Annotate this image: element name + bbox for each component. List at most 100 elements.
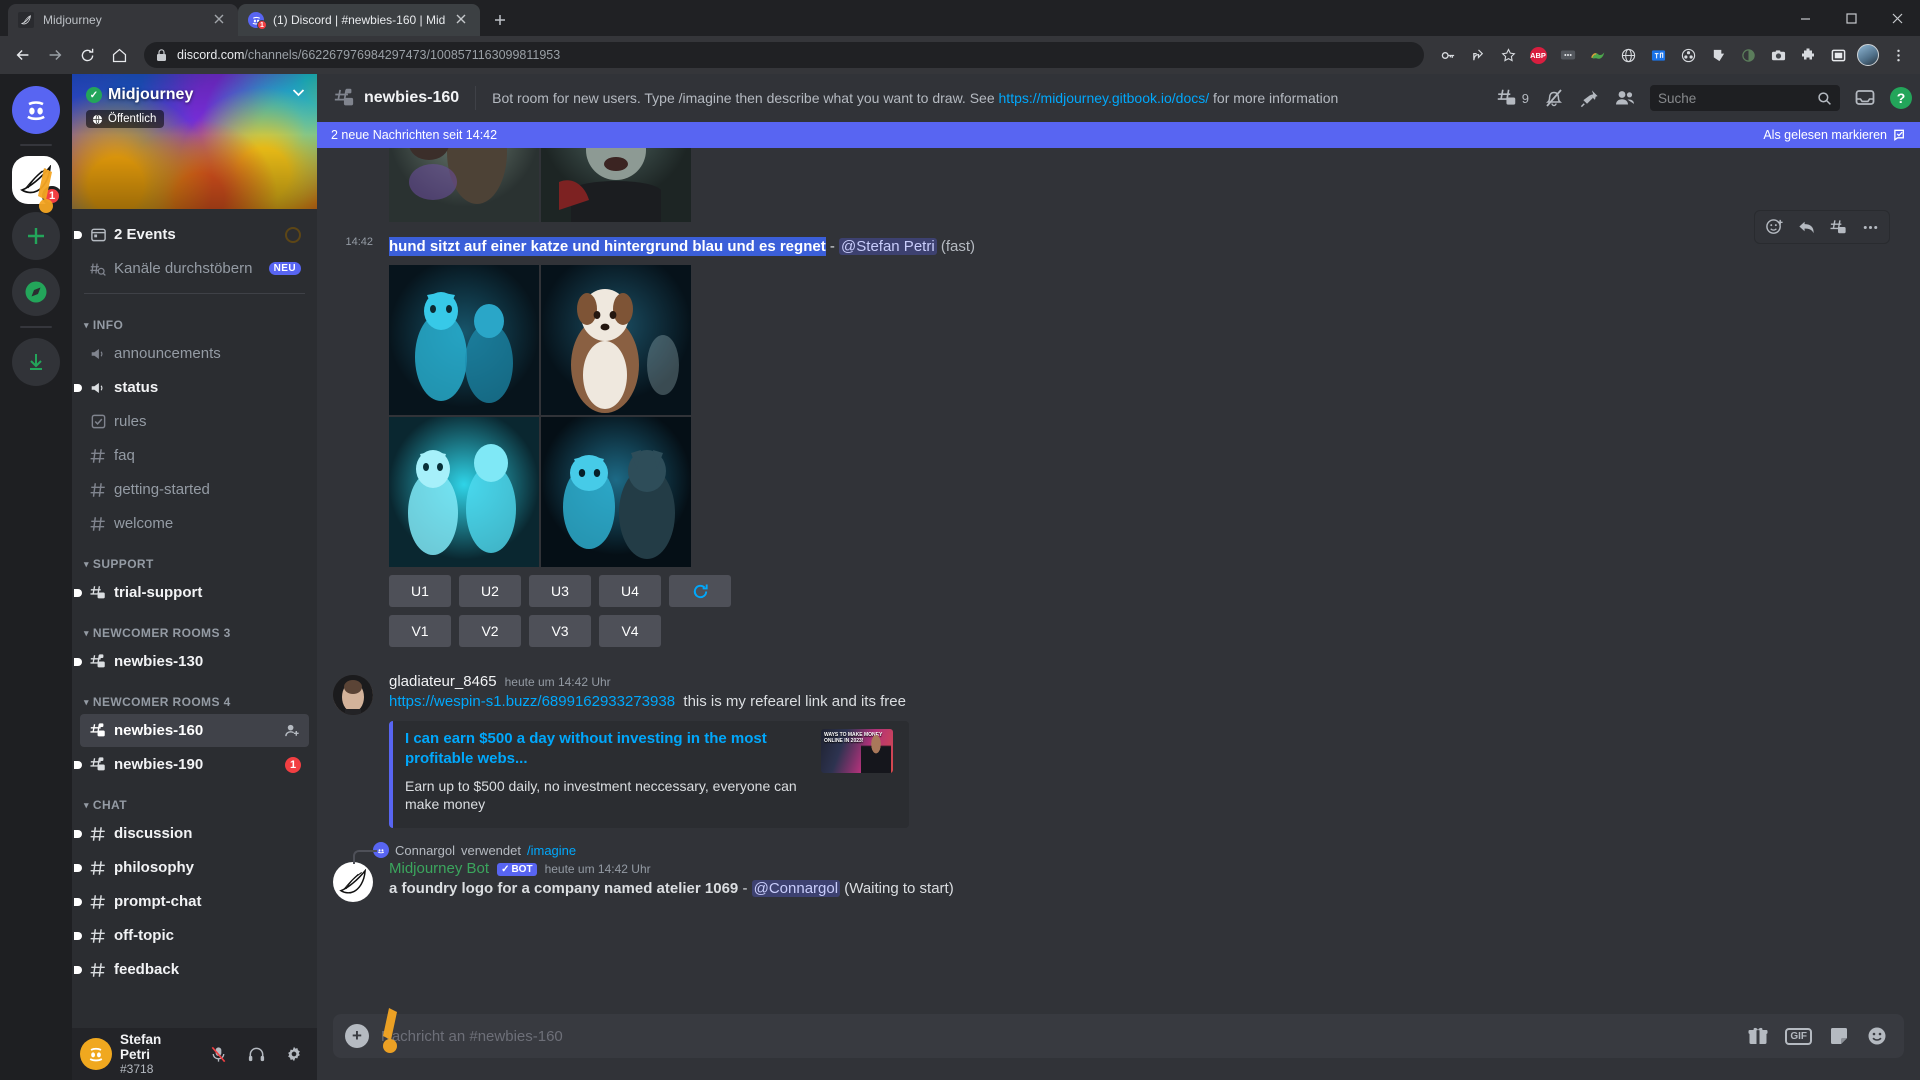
close-window-button[interactable] xyxy=(1874,0,1920,36)
sidebar-item-status[interactable]: status xyxy=(74,371,309,404)
message-input[interactable]: Nachricht an #newbies-160 xyxy=(381,1028,1735,1045)
globe-icon[interactable] xyxy=(1614,41,1642,69)
variation-v1-button[interactable]: V1 xyxy=(389,615,451,647)
mark-as-read-button[interactable]: Als gelesen markieren xyxy=(1763,128,1908,142)
create-thread-icon[interactable] xyxy=(1823,213,1853,241)
threads-icon[interactable]: 9 xyxy=(1496,87,1529,109)
sidebar-item-off-topic[interactable]: off-topic xyxy=(74,919,309,952)
browser-tab-discord[interactable]: 1 (1) Discord | #newbies-160 | Mid xyxy=(238,4,481,36)
profile-avatar[interactable] xyxy=(1854,41,1882,69)
sidebar-item-browse-channels[interactable]: Kanäle durchstöbern NEU xyxy=(80,252,309,285)
headphones-icon[interactable] xyxy=(241,1039,271,1069)
sidebar-icon[interactable] xyxy=(1824,41,1852,69)
avatar[interactable] xyxy=(333,675,373,715)
sidebar-item-rules[interactable]: rules xyxy=(80,405,309,438)
adblock-icon[interactable]: ABP xyxy=(1524,41,1552,69)
maximize-button[interactable] xyxy=(1828,0,1874,36)
avatar[interactable] xyxy=(333,862,373,903)
message-bot-waiting[interactable]: Midjourney Bot ✓ BOT heute um 14:42 Uhr a… xyxy=(317,860,1920,904)
message-author[interactable]: gladiateur_8465 xyxy=(389,673,497,690)
chrome-menu-icon[interactable] xyxy=(1884,41,1912,69)
image-grid[interactable] xyxy=(389,265,691,567)
rail-item-midjourney[interactable]: 1 xyxy=(12,156,62,206)
server-banner[interactable]: ✓ Midjourney Öffentlich xyxy=(72,74,317,209)
sidebar-item-welcome[interactable]: welcome xyxy=(80,507,309,540)
category-info[interactable]: ▾ INFO xyxy=(72,302,317,336)
gif-icon[interactable]: GIF xyxy=(1785,1027,1812,1045)
sidebar-item-trial-support[interactable]: trial-support xyxy=(74,576,309,609)
new-tab-button[interactable] xyxy=(486,6,514,34)
link-embed[interactable]: I can earn $500 a day without investing … xyxy=(389,720,909,829)
sticker-icon[interactable] xyxy=(1828,1025,1850,1047)
sidebar-item-philosophy[interactable]: philosophy xyxy=(74,851,309,884)
minimize-button[interactable] xyxy=(1782,0,1828,36)
rail-item-home[interactable] xyxy=(12,86,60,134)
emoji-icon[interactable] xyxy=(1866,1025,1888,1047)
sidebar-item-announcements[interactable]: announcements xyxy=(80,337,309,370)
generated-image[interactable] xyxy=(541,265,691,415)
reply-icon[interactable] xyxy=(1791,213,1821,241)
rail-item-explore[interactable] xyxy=(12,268,60,316)
new-messages-bar[interactable]: 2 neue Nachrichten seit 14:42 Als gelese… xyxy=(317,122,1920,148)
spam-link[interactable]: https://wespin-s1.buzz/6899162933273938 xyxy=(389,693,675,710)
sidebar-item-prompt-chat[interactable]: prompt-chat xyxy=(74,885,309,918)
sidebar-item-faq[interactable]: faq xyxy=(80,439,309,472)
embed-thumbnail[interactable]: WAYS TO MAKE MONEY ONLINE IN 2023! xyxy=(821,728,893,773)
slash-command[interactable]: /imagine xyxy=(527,843,576,858)
help-icon[interactable]: ? xyxy=(1890,87,1912,109)
add-member-icon[interactable] xyxy=(284,722,301,739)
gift-icon[interactable] xyxy=(1747,1025,1769,1047)
generated-image[interactable] xyxy=(389,417,539,567)
translate-icon[interactable] xyxy=(1644,41,1672,69)
user-mention[interactable]: @Stefan Petri xyxy=(839,238,937,255)
category-chat[interactable]: ▾ CHAT xyxy=(72,782,317,816)
variation-v4-button[interactable]: V4 xyxy=(599,615,661,647)
back-arrow-icon[interactable] xyxy=(8,40,38,70)
dark-mode-icon[interactable] xyxy=(1734,41,1762,69)
upscale-u4-button[interactable]: U4 xyxy=(599,575,661,607)
upscale-u2-button[interactable]: U2 xyxy=(459,575,521,607)
pointer-icon[interactable] xyxy=(1704,41,1732,69)
sidebar-item-newbies-190[interactable]: newbies-190 1 xyxy=(74,748,309,781)
film-icon[interactable] xyxy=(1674,41,1702,69)
message-author[interactable]: Midjourney Bot xyxy=(389,860,489,877)
category-newcomer-rooms-3[interactable]: ▾ NEWCOMER ROOMS 3 xyxy=(72,610,317,644)
members-icon[interactable] xyxy=(1614,87,1636,109)
attach-plus-button[interactable]: + xyxy=(345,1024,369,1048)
variation-v3-button[interactable]: V3 xyxy=(529,615,591,647)
sidebar-item-events[interactable]: 2 Events xyxy=(74,218,309,251)
image-grid[interactable] xyxy=(389,148,691,222)
upscale-u3-button[interactable]: U3 xyxy=(529,575,591,607)
rail-item-add-server[interactable] xyxy=(12,212,60,260)
message-imagine-result[interactable]: 14:42 hund sitzt auf einer katze und hin… xyxy=(317,210,1920,649)
bookmark-star-icon[interactable] xyxy=(1494,41,1522,69)
generated-image[interactable] xyxy=(541,417,691,567)
generated-image[interactable] xyxy=(389,148,539,222)
command-user[interactable]: Connargol xyxy=(395,843,455,858)
chevron-down-icon[interactable] xyxy=(292,88,305,97)
variation-v2-button[interactable]: V2 xyxy=(459,615,521,647)
sidebar-item-discussion[interactable]: discussion xyxy=(74,817,309,850)
reroll-icon[interactable] xyxy=(669,575,731,607)
sidebar-item-feedback[interactable]: feedback xyxy=(74,953,309,986)
user-info[interactable]: Stefan Petri #3718 xyxy=(120,1032,195,1077)
search-input[interactable]: Suche xyxy=(1650,85,1840,111)
sidebar-item-newbies-160[interactable]: newbies-160 xyxy=(80,714,309,747)
pin-icon[interactable] xyxy=(1579,88,1600,109)
category-support[interactable]: ▾ SUPPORT xyxy=(72,541,317,575)
embed-title[interactable]: I can earn $500 a day without investing … xyxy=(405,729,807,769)
inbox-icon[interactable] xyxy=(1854,87,1876,109)
message-composer[interactable]: + Nachricht an #newbies-160 GIF xyxy=(333,1014,1904,1058)
server-header[interactable]: ✓ Midjourney xyxy=(86,86,193,104)
colorpicker-icon[interactable] xyxy=(1584,41,1612,69)
close-icon[interactable] xyxy=(212,12,228,28)
message-spam[interactable]: gladiateur_8465 heute um 14:42 Uhr https… xyxy=(317,665,1920,830)
rail-item-download[interactable] xyxy=(12,338,60,386)
mic-muted-icon[interactable] xyxy=(203,1039,233,1069)
sidebar-item-getting-started[interactable]: getting-started xyxy=(80,473,309,506)
avatar[interactable] xyxy=(80,1038,112,1070)
key-icon[interactable] xyxy=(1434,41,1462,69)
bell-muted-icon[interactable] xyxy=(1543,87,1565,109)
add-reaction-icon[interactable] xyxy=(1759,213,1789,241)
reload-icon[interactable] xyxy=(72,40,102,70)
